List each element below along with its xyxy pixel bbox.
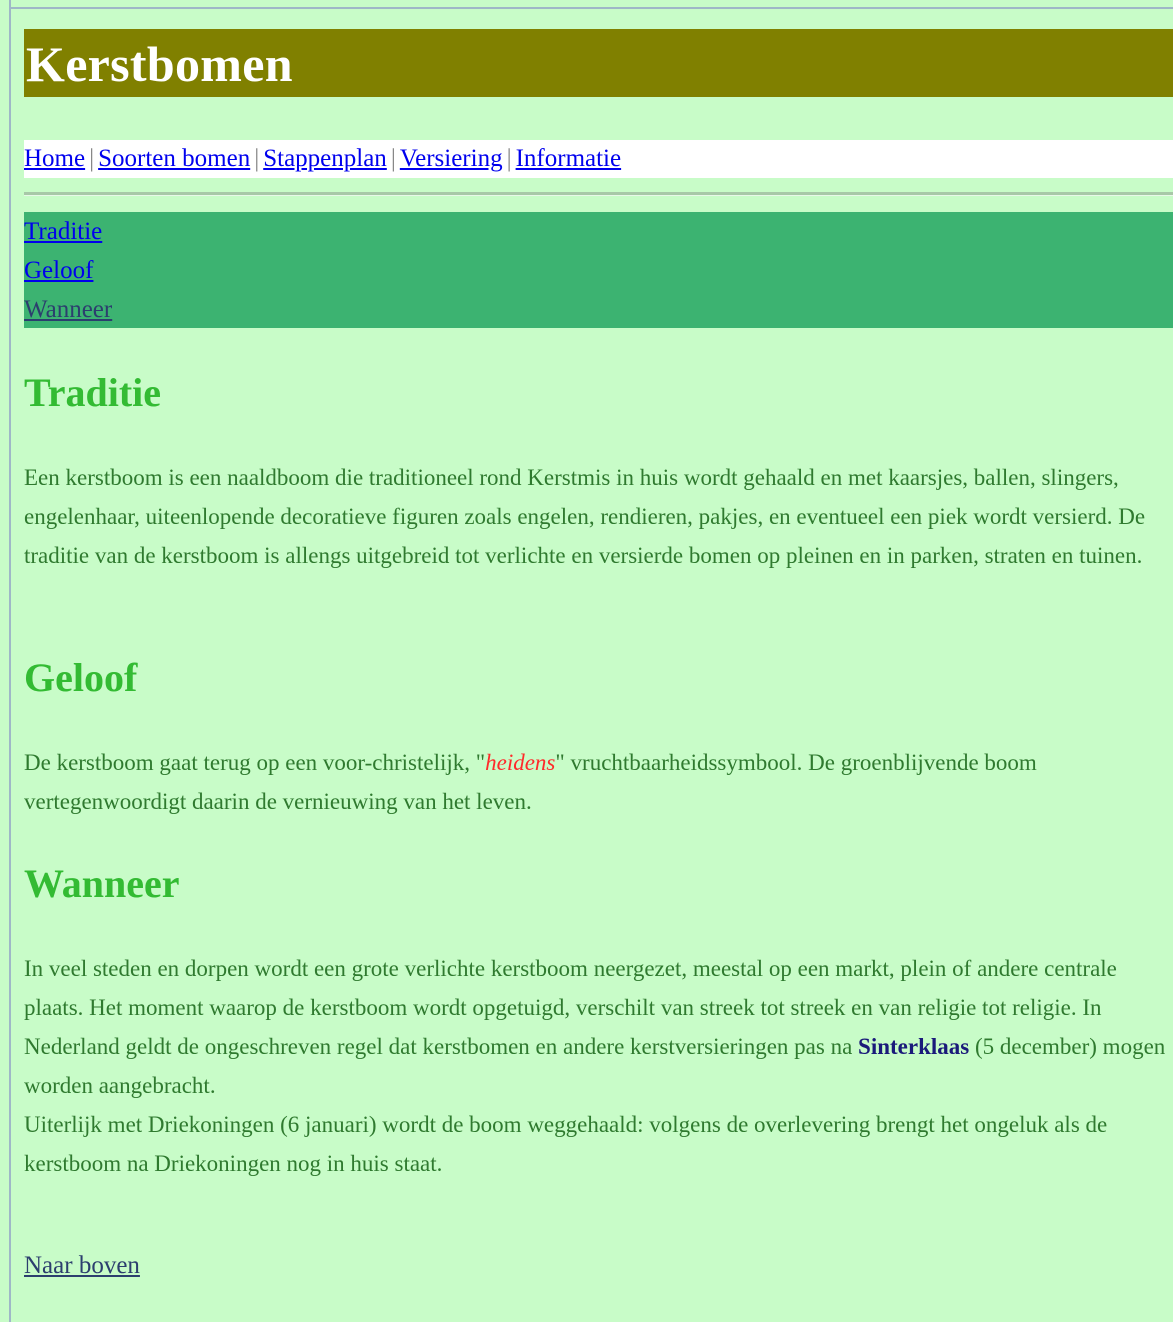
back-to-top: Naar boven [24,1252,1173,1280]
nav-separator: | [89,145,95,172]
nav-link-soorten-bomen[interactable]: Soorten bomen [98,145,250,172]
nav-link-stappenplan[interactable]: Stappenplan [263,145,387,172]
subnav-link-traditie[interactable]: Traditie [24,212,102,251]
site-title: Kerstbomen [26,36,293,92]
section-navigation: Traditie Geloof Wanneer [24,212,1173,328]
heidens-emphasis: heidens [485,750,556,775]
section-heading-traditie: Traditie [24,370,162,415]
section-geloof: Geloof De kerstboom gaat terug op een vo… [24,647,1173,821]
section-traditie: Traditie Een kerstboom is een naaldboom … [24,362,1173,575]
window-border-left [9,0,11,1322]
section-text-traditie: Een kerstboom is een naaldboom die tradi… [24,465,1146,568]
section-text-geloof: De kerstboom gaat terug op een voor-chri… [24,743,1173,821]
section-text-wanneer: In veel steden en dorpen wordt een grote… [24,949,1173,1183]
site-header: Kerstbomen [24,29,1173,97]
nav-separator: | [254,145,260,172]
back-to-top-link[interactable]: Naar boven [24,1252,140,1279]
section-wanneer: Wanneer In veel steden en dorpen wordt e… [24,853,1173,1183]
geloof-text-part-1: De kerstboom gaat terug op een voor-chri… [24,750,486,775]
nav-separator: | [390,145,396,172]
nav-link-versiering[interactable]: Versiering [400,145,503,172]
subnav-link-wanneer[interactable]: Wanneer [24,290,112,329]
nav-link-home[interactable]: Home [24,145,85,172]
nav-separator: | [506,145,512,172]
nav-link-informatie[interactable]: Informatie [516,145,622,172]
subnav-link-geloof[interactable]: Geloof [24,251,93,290]
section-heading-geloof: Geloof [24,655,138,700]
section-heading-wanneer: Wanneer [24,861,180,906]
horizontal-divider [24,192,1173,196]
top-navigation: Home | Soorten bomen | Stappenplan | Versierin… [24,140,1173,178]
wanneer-text-part-3: Uiterlijk met Driekoningen (6 januari) w… [24,1112,1108,1176]
window-border-top [9,7,1173,9]
sinterklaas-emphasis: Sinterklaas [858,1034,970,1059]
